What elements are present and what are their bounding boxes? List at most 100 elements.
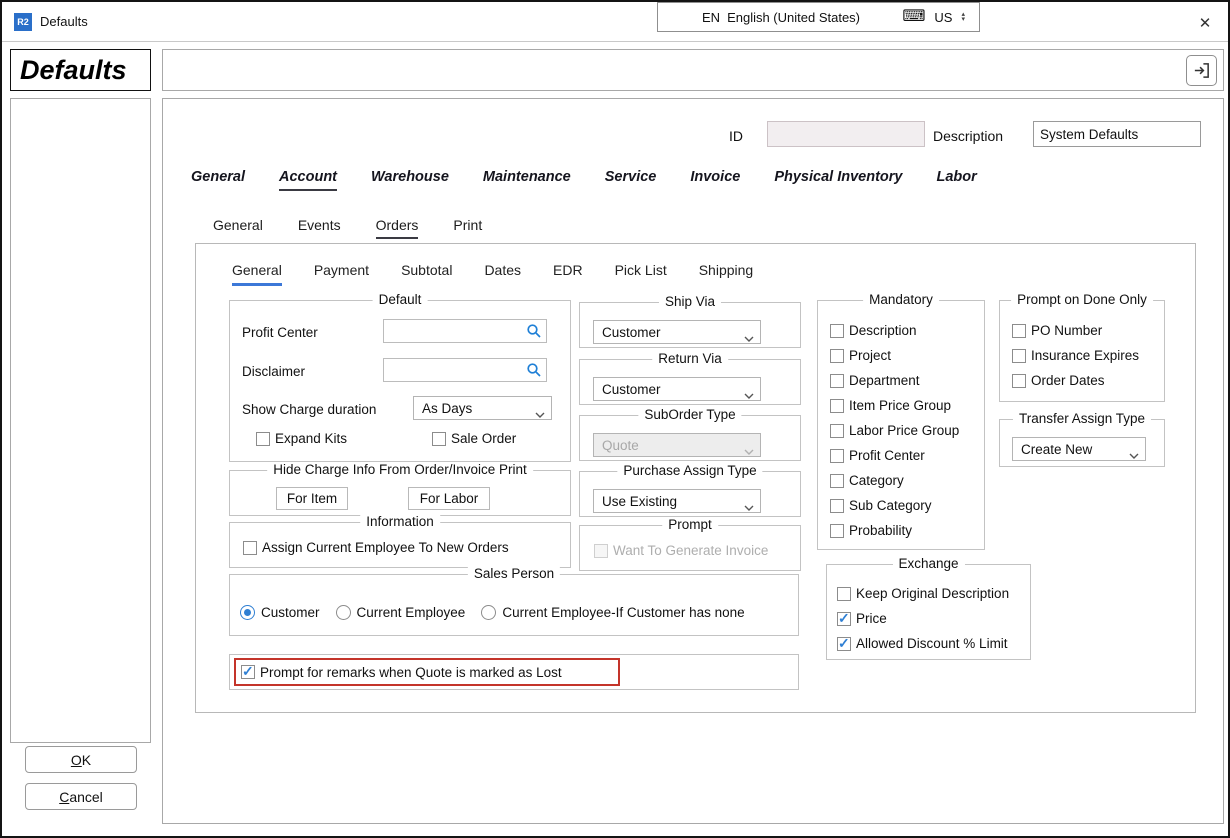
checkbox-label: Order Dates — [1031, 373, 1105, 388]
show-charge-duration-select[interactable]: As Days — [413, 396, 552, 420]
orders-tab-bar: General Payment Subtotal Dates EDR Pick … — [232, 262, 753, 286]
subtab-orders[interactable]: Orders — [376, 217, 419, 239]
titlebar: R2 Defaults EN English (United States) ⌨… — [2, 2, 1228, 42]
radio-current-employee-if-none[interactable]: Current Employee-If Customer has none — [481, 605, 744, 620]
spinner-icon[interactable]: ▴▾ — [961, 12, 965, 22]
prompt-remarks-checkbox[interactable]: Prompt for remarks when Quote is marked … — [236, 665, 562, 680]
mandatory-department-checkbox[interactable]: Department — [830, 373, 920, 388]
tab-invoice[interactable]: Invoice — [690, 169, 740, 191]
purchase-assign-type-select[interactable]: Use Existing — [593, 489, 761, 513]
orderstab-general[interactable]: General — [232, 262, 282, 286]
subtab-general[interactable]: General — [213, 217, 263, 239]
purchase-assign-type-legend: Purchase Assign Type — [617, 463, 762, 478]
tab-physical-inventory[interactable]: Physical Inventory — [774, 169, 902, 191]
purchase-assign-type-value: Use Existing — [602, 494, 677, 509]
checkbox-box — [830, 499, 844, 513]
prompt-group: Prompt Want To Generate Invoice — [579, 525, 801, 571]
orderstab-subtotal[interactable]: Subtotal — [401, 262, 452, 286]
orderstab-edr[interactable]: EDR — [553, 262, 583, 286]
mandatory-probability-checkbox[interactable]: Probability — [830, 523, 912, 538]
language-code[interactable]: EN — [702, 10, 720, 25]
tab-labor[interactable]: Labor — [936, 169, 976, 191]
checkbox-box — [830, 399, 844, 413]
checkbox-label: PO Number — [1031, 323, 1102, 338]
description-field[interactable] — [1033, 121, 1201, 147]
orderstab-dates[interactable]: Dates — [484, 262, 521, 286]
mandatory-labor-price-group-checkbox[interactable]: Labor Price Group — [830, 423, 959, 438]
expand-kits-checkbox[interactable]: Expand Kits — [256, 431, 347, 446]
radio-current-employee-label: Current Employee — [357, 605, 466, 620]
checkbox-box — [837, 612, 851, 626]
mandatory-description-checkbox[interactable]: Description — [830, 323, 917, 338]
sidebar-list-panel — [10, 98, 151, 743]
ship-via-value: Customer — [602, 325, 661, 340]
checkbox-box — [594, 544, 608, 558]
checkbox-box — [830, 474, 844, 488]
tab-warehouse[interactable]: Warehouse — [371, 169, 449, 191]
keyboard-layout-label[interactable]: US — [934, 10, 952, 25]
checkbox-label: Allowed Discount % Limit — [856, 636, 1008, 651]
orderstab-pick-list[interactable]: Pick List — [615, 262, 667, 286]
search-icon[interactable] — [526, 323, 542, 342]
keyboard-icon: ⌨ — [902, 10, 925, 24]
for-item-toggle[interactable]: For Item — [276, 487, 348, 510]
cancel-button[interactable]: Cancel — [25, 783, 137, 810]
profit-center-field[interactable] — [383, 319, 547, 343]
sales-person-radio-row: Customer Current Employee Current Employ… — [240, 605, 745, 620]
sale-order-checkbox[interactable]: Sale Order — [432, 431, 516, 446]
disclaimer-field[interactable] — [383, 358, 547, 382]
language-name[interactable]: English (United States) — [727, 10, 860, 25]
return-via-select[interactable]: Customer — [593, 377, 761, 401]
mandatory-sub-category-checkbox[interactable]: Sub Category — [830, 498, 932, 513]
keep-original-description-checkbox[interactable]: Keep Original Description — [837, 586, 1009, 601]
return-via-value: Customer — [602, 382, 661, 397]
ok-button[interactable]: OK — [25, 746, 137, 773]
mandatory-project-checkbox[interactable]: Project — [830, 348, 891, 363]
orderstab-shipping[interactable]: Shipping — [699, 262, 754, 286]
exit-button[interactable] — [1186, 55, 1217, 86]
checkbox-label: Project — [849, 348, 891, 363]
id-field[interactable] — [767, 121, 925, 147]
radio-current-employee[interactable]: Current Employee — [336, 605, 466, 620]
subtab-print[interactable]: Print — [453, 217, 482, 239]
checkbox-box — [1012, 374, 1026, 388]
mandatory-item-price-group-checkbox[interactable]: Item Price Group — [830, 398, 951, 413]
radio-dot — [240, 605, 255, 620]
purchase-assign-type-group: Purchase Assign Type Use Existing — [579, 471, 801, 517]
tab-service[interactable]: Service — [605, 169, 657, 191]
subtab-events[interactable]: Events — [298, 217, 341, 239]
orderstab-payment[interactable]: Payment — [314, 262, 369, 286]
radio-customer[interactable]: Customer — [240, 605, 320, 620]
checkbox-label: Price — [856, 611, 887, 626]
for-labor-toggle[interactable]: For Labor — [408, 487, 490, 510]
main-toolbar — [162, 49, 1224, 91]
radio-dot — [481, 605, 496, 620]
language-bar[interactable]: EN English (United States) ⌨ US ▴▾ — [657, 2, 980, 32]
allowed-discount-limit-checkbox[interactable]: Allowed Discount % Limit — [837, 636, 1008, 651]
ship-via-select[interactable]: Customer — [593, 320, 761, 344]
prompt-on-done-group: Prompt on Done Only PO Number Insurance … — [999, 300, 1165, 402]
close-icon[interactable]: ✕ — [1190, 10, 1220, 36]
account-tab-bar: General Events Orders Print — [213, 217, 482, 239]
transfer-assign-type-select[interactable]: Create New — [1012, 437, 1146, 461]
ok-label-rest: K — [82, 752, 91, 768]
prompt-remarks-label: Prompt for remarks when Quote is marked … — [260, 665, 562, 680]
order-dates-checkbox[interactable]: Order Dates — [1012, 373, 1105, 388]
price-checkbox[interactable]: Price — [837, 611, 887, 626]
sales-person-group: Sales Person Customer Current Employee C… — [229, 574, 799, 636]
prompt-remarks-row: Prompt for remarks when Quote is marked … — [229, 654, 799, 690]
profit-center-label: Profit Center — [242, 325, 318, 340]
tab-maintenance[interactable]: Maintenance — [483, 169, 571, 191]
po-number-checkbox[interactable]: PO Number — [1012, 323, 1102, 338]
mandatory-category-checkbox[interactable]: Category — [830, 473, 904, 488]
checkbox-box — [830, 449, 844, 463]
mandatory-profit-center-checkbox[interactable]: Profit Center — [830, 448, 925, 463]
tab-account[interactable]: Account — [279, 169, 337, 191]
transfer-assign-type-group: Transfer Assign Type Create New — [999, 419, 1165, 467]
search-icon[interactable] — [526, 362, 542, 381]
tab-general[interactable]: General — [191, 169, 245, 191]
checkbox-box — [1012, 349, 1026, 363]
expand-kits-label: Expand Kits — [275, 431, 347, 446]
insurance-expires-checkbox[interactable]: Insurance Expires — [1012, 348, 1139, 363]
assign-current-employee-checkbox[interactable]: Assign Current Employee To New Orders — [243, 540, 509, 555]
